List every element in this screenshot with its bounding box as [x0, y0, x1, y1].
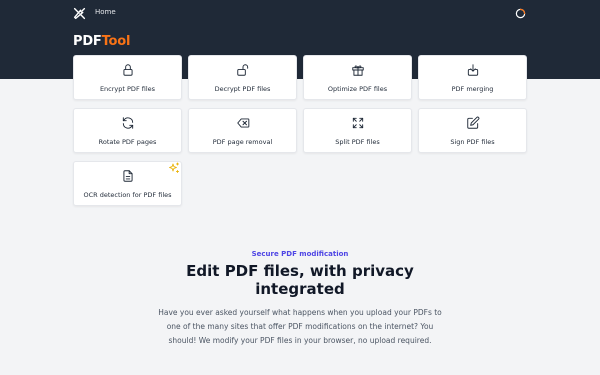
tool-card-page-removal[interactable]: PDF page removal	[188, 108, 297, 153]
tool-card-optimize[interactable]: Optimize PDF files	[303, 55, 412, 100]
tool-card-split[interactable]: Split PDF files	[303, 108, 412, 153]
tool-card-label: PDF page removal	[212, 138, 273, 146]
merge-icon	[467, 64, 478, 76]
tool-card-label: Optimize PDF files	[327, 85, 388, 93]
hero-eyebrow: Secure PDF modification	[251, 250, 349, 258]
backspace-icon	[236, 118, 249, 128]
pen-icon	[466, 116, 479, 129]
split-icon	[352, 117, 363, 129]
tool-card-merge[interactable]: PDF merging	[418, 55, 527, 100]
tool-card-label: Sign PDF files	[450, 138, 495, 146]
tool-card-encrypt[interactable]: Encrypt PDF files	[73, 55, 182, 100]
tool-card-label: Split PDF files	[335, 138, 380, 146]
sparkle-icon	[169, 162, 179, 173]
brand-part-2: Tool	[101, 34, 131, 49]
hero-description: Have you ever asked yourself what happen…	[158, 308, 442, 345]
tool-card-label: Rotate PDF pages	[98, 138, 157, 146]
unlock-icon	[236, 64, 248, 76]
hero-headline: Edit PDF files, with privacy integrated	[186, 262, 414, 298]
brand-logo[interactable]: PDFTool	[73, 34, 130, 49]
nav-home-link[interactable]: Home	[95, 8, 116, 16]
tool-card-label: PDF merging	[451, 85, 494, 93]
gift-icon	[351, 65, 364, 76]
tool-card-rotate[interactable]: Rotate PDF pages	[73, 108, 182, 153]
tool-card-ocr[interactable]: OCR detection for PDF files	[73, 161, 182, 206]
tools-icon[interactable]	[73, 7, 86, 20]
top-navbar: Home	[0, 0, 600, 28]
tool-card-label: Encrypt PDF files	[99, 85, 156, 93]
tool-card-decrypt[interactable]: Decrypt PDF files	[188, 55, 297, 100]
document-icon	[122, 170, 133, 182]
tool-card-label: OCR detection for PDF files	[83, 191, 172, 199]
rotate-icon	[122, 117, 133, 129]
theme-toggle-icon[interactable]	[515, 8, 526, 19]
brand-part-1: PDF	[73, 34, 102, 49]
lock-icon	[122, 64, 133, 76]
tool-card-label: Decrypt PDF files	[214, 85, 271, 93]
tool-card-sign[interactable]: Sign PDF files	[418, 108, 527, 153]
